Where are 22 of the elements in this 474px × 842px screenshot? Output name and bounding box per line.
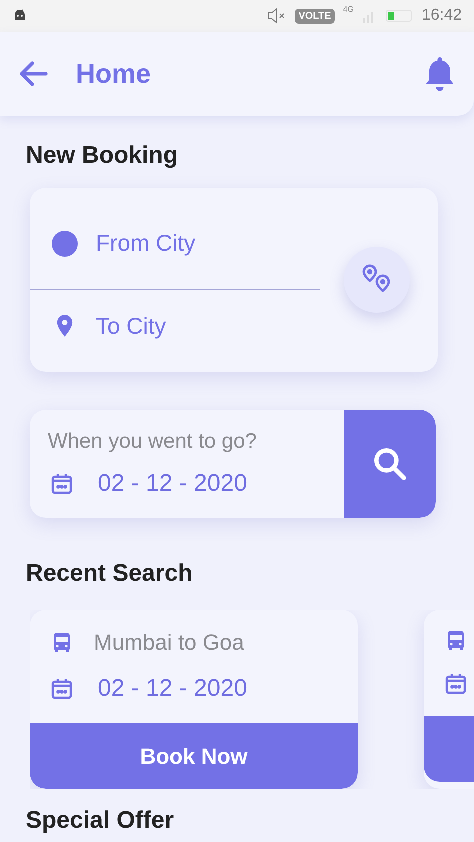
from-city-field[interactable]: From City — [96, 226, 296, 261]
battery-icon — [386, 10, 414, 22]
recent-search-card[interactable]: Mumbai to Goa 02 - 12 - 2020 Book Now — [30, 610, 358, 789]
section-heading: Recent Search — [26, 559, 194, 589]
to-city-field[interactable]: To City — [96, 308, 296, 344]
clock: 16:42 — [422, 6, 462, 26]
route-text: Mumbai to Goa — [94, 629, 244, 657]
calendar-icon — [50, 677, 74, 701]
date-field[interactable]: When you went to go? 02 - 12 - 2020 — [30, 410, 344, 518]
book-now-button[interactable]: Book Now — [30, 723, 358, 789]
search-button[interactable] — [344, 410, 436, 518]
network-type: 4G — [343, 4, 354, 16]
page-title: Home — [76, 58, 152, 91]
calendar-icon — [444, 672, 468, 696]
section-heading: New Booking — [26, 141, 180, 171]
section-heading: Special Offer — [26, 806, 176, 836]
date-prompt: When you went to go? — [48, 429, 258, 456]
date-text: 02 - 12 - 2020 — [98, 468, 248, 499]
volte-badge: VOLTE — [294, 8, 336, 24]
date-text: 02 - 12 - 2020 — [98, 674, 248, 704]
mute-icon — [266, 8, 287, 24]
calendar-icon — [50, 472, 74, 496]
